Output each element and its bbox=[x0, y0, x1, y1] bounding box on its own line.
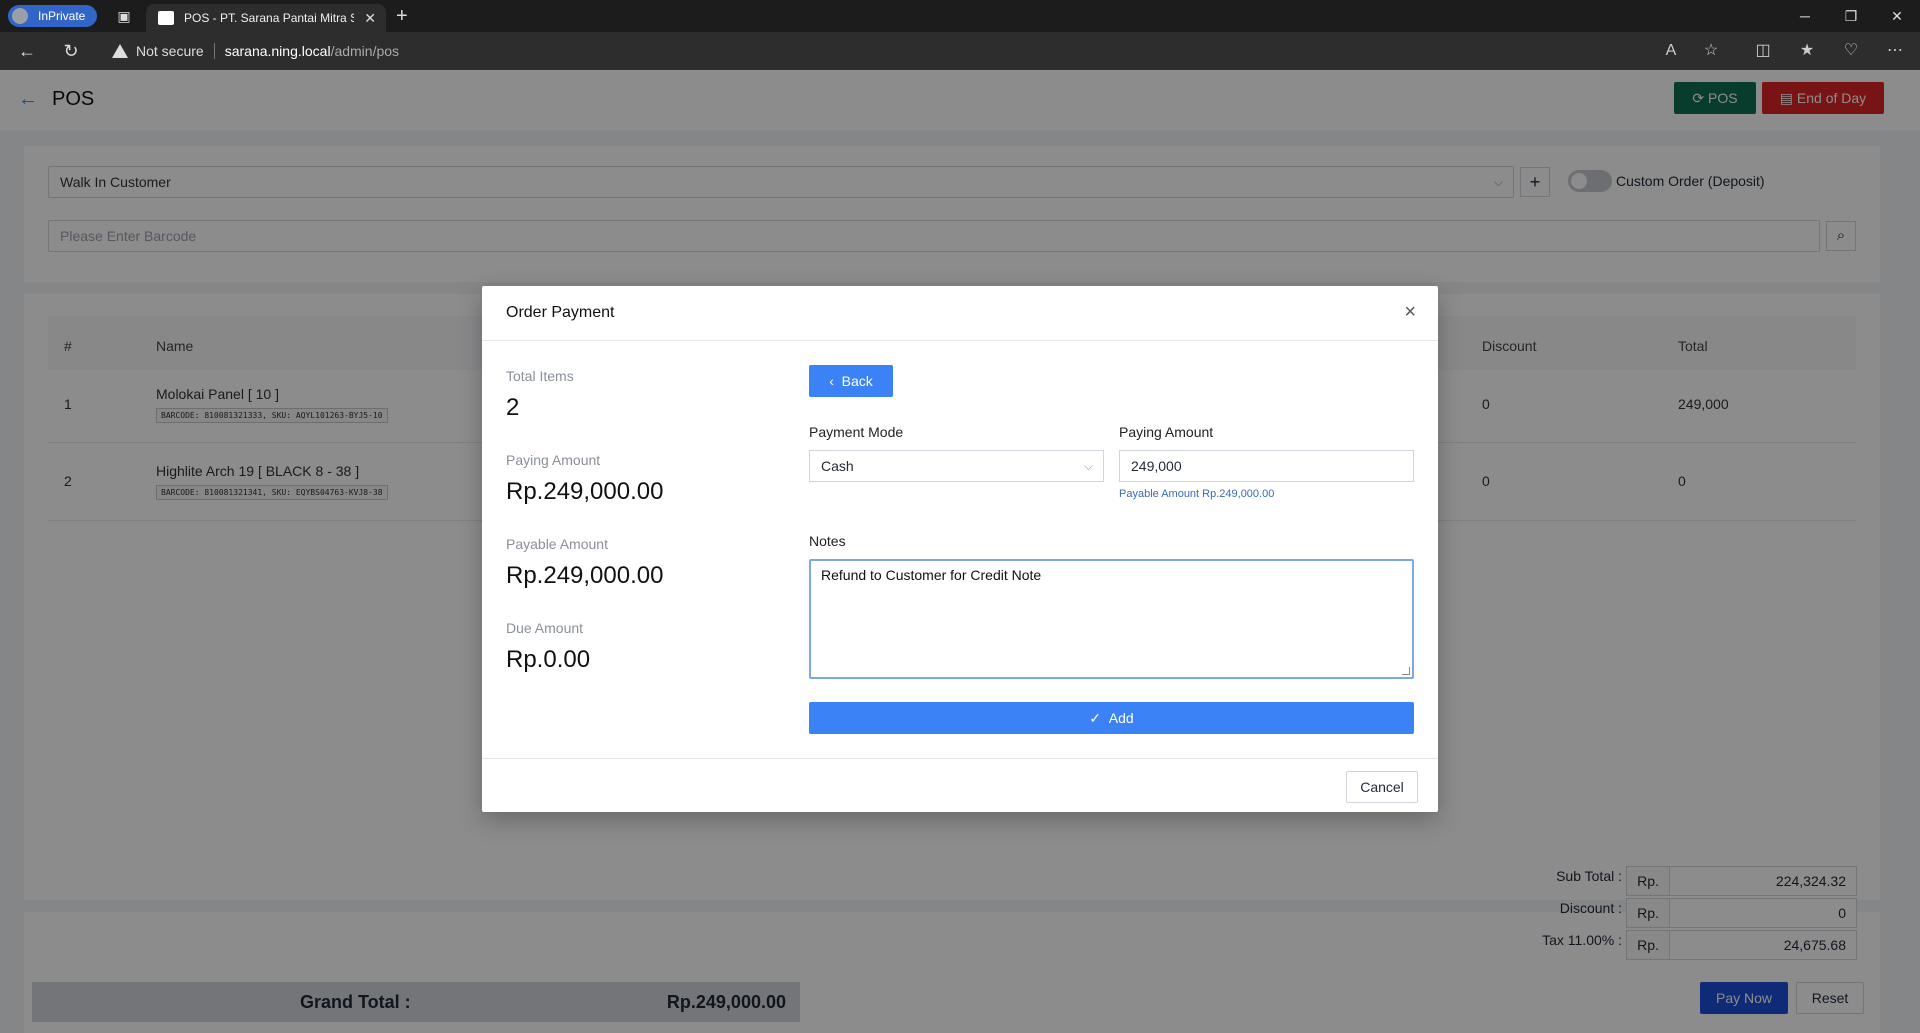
back-button-label: Back bbox=[841, 373, 873, 389]
notes-label: Notes bbox=[809, 533, 846, 549]
back-button[interactable]: ‹ Back bbox=[809, 365, 893, 397]
window-close-icon[interactable]: ✕ bbox=[1874, 0, 1920, 32]
browser-tab-active[interactable]: POS - PT. Sarana Pantai Mitra Se ✕ bbox=[146, 4, 386, 32]
payment-mode-label: Payment Mode bbox=[809, 424, 904, 440]
url-field[interactable]: Not secure sarana.ning.local/admin/pos bbox=[112, 37, 1652, 65]
modal-close-icon[interactable]: × bbox=[1404, 300, 1416, 324]
new-tab-icon[interactable]: + bbox=[396, 4, 408, 28]
notes-value: Refund to Customer for Credit Note bbox=[821, 567, 1042, 583]
pos-page: ← POS ⟳ POS ▤ End of Day Walk In Custome… bbox=[0, 70, 1920, 1033]
browser-back-icon[interactable]: ← bbox=[16, 40, 38, 62]
tab-close-icon[interactable]: ✕ bbox=[364, 4, 376, 32]
order-payment-modal: Order Payment × Total Items 2 Paying Amo… bbox=[482, 286, 1438, 812]
payable-amount-value: Rp.249,000.00 bbox=[506, 562, 664, 589]
profile-avatar-icon bbox=[12, 8, 28, 24]
paying-amount-input[interactable]: 249,000 bbox=[1119, 450, 1414, 482]
restore-icon[interactable]: ❐ bbox=[1828, 0, 1874, 32]
inprivate-label: InPrivate bbox=[38, 9, 86, 23]
add-button-label: Add bbox=[1108, 710, 1134, 726]
add-payment-button[interactable]: ✓ Add bbox=[809, 702, 1414, 734]
url-path: /admin/pos bbox=[330, 43, 400, 59]
payment-mode-value: Cash bbox=[821, 458, 854, 474]
check-icon: ✓ bbox=[1089, 710, 1109, 726]
browser-address-bar: ← ↻ Not secure sarana.ning.local/admin/po… bbox=[0, 32, 1920, 70]
paying-amount-value: Rp.249,000.00 bbox=[506, 478, 664, 505]
total-items-value: 2 bbox=[506, 394, 520, 421]
browser-essentials-icon[interactable]: ♡ bbox=[1840, 40, 1862, 62]
paying-input-label: Paying Amount bbox=[1119, 424, 1214, 440]
url-separator bbox=[213, 43, 215, 59]
more-menu-icon[interactable]: ⋯ bbox=[1884, 40, 1906, 62]
reload-icon[interactable]: ↻ bbox=[60, 40, 82, 62]
split-screen-icon[interactable]: ◫ bbox=[1752, 40, 1774, 62]
warning-icon bbox=[112, 44, 128, 58]
paying-amount-label: Paying Amount bbox=[506, 452, 601, 468]
modal-footer-divider bbox=[482, 758, 1438, 759]
total-items-label: Total Items bbox=[506, 368, 574, 384]
tab-title: POS - PT. Sarana Pantai Mitra Se bbox=[184, 11, 354, 25]
modal-title: Order Payment bbox=[506, 304, 615, 321]
favorite-star-icon[interactable]: ☆ bbox=[1700, 40, 1722, 62]
browser-tab-bar: InPrivate ▣ POS - PT. Sarana Pantai Mitr… bbox=[0, 0, 1920, 32]
due-amount-label: Due Amount bbox=[506, 620, 584, 636]
modal-header-divider bbox=[482, 340, 1438, 341]
minimize-icon[interactable]: ─ bbox=[1782, 0, 1828, 32]
chevron-left-icon: ‹ bbox=[829, 373, 842, 389]
cancel-button[interactable]: Cancel bbox=[1346, 771, 1418, 803]
read-aloud-icon[interactable]: A bbox=[1660, 40, 1682, 62]
due-amount-value: Rp.0.00 bbox=[506, 646, 591, 673]
chevron-down-icon: ⌵ bbox=[1083, 459, 1093, 473]
security-label: Not secure bbox=[136, 43, 204, 59]
payable-amount-hint: Payable Amount Rp.249,000.00 bbox=[1119, 488, 1275, 500]
url-host: sarana.ning.local bbox=[224, 43, 331, 59]
site-favicon-icon bbox=[158, 11, 174, 25]
payment-mode-select[interactable]: Cash ⌵ bbox=[809, 450, 1104, 482]
tab-actions-icon[interactable]: ▣ bbox=[116, 8, 132, 24]
inprivate-badge[interactable]: InPrivate bbox=[8, 5, 98, 27]
paying-amount-input-value: 249,000 bbox=[1131, 458, 1182, 474]
payable-amount-label: Payable Amount bbox=[506, 536, 608, 552]
notes-textarea[interactable]: Refund to Customer for Credit Note bbox=[809, 559, 1414, 679]
resize-grip-icon[interactable] bbox=[1402, 667, 1410, 675]
favorites-icon[interactable]: ★ bbox=[1796, 40, 1818, 62]
